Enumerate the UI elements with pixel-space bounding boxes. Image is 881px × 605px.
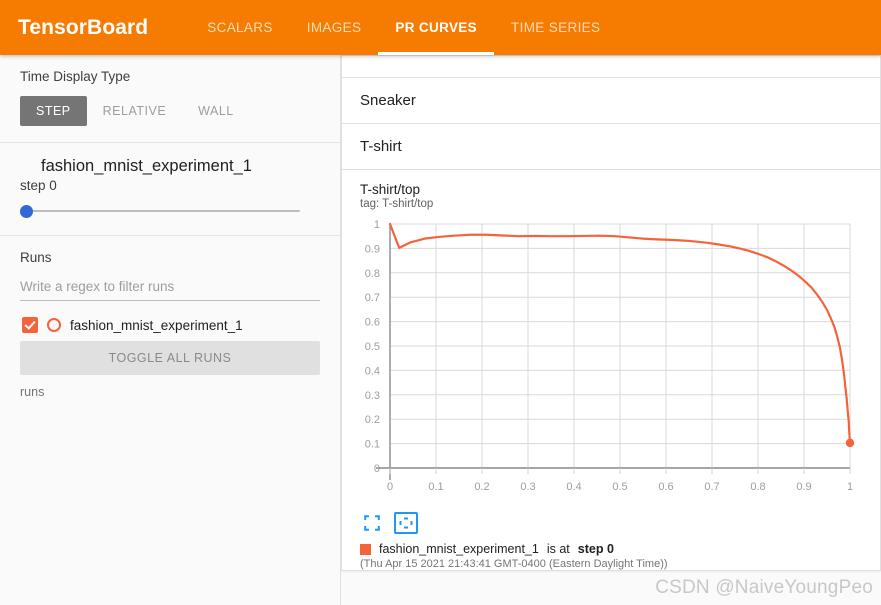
expand-icon[interactable]: [360, 512, 384, 534]
chart-toolbar: [342, 506, 880, 534]
runs-label: Runs: [20, 250, 52, 265]
runs-section: Runs fashion_mnist_experiment_1 TOGGLE A…: [0, 236, 340, 415]
step-slider-track: [20, 210, 300, 212]
chart-legend: fashion_mnist_experiment_1 is at step 0 …: [342, 534, 880, 570]
time-display-wall-button[interactable]: WALL: [182, 96, 250, 126]
app-body: Time Display Type STEP RELATIVE WALL fas…: [0, 55, 881, 605]
run-checkbox[interactable]: [22, 317, 38, 333]
category-card-sneaker: Sneaker: [341, 78, 881, 124]
x-tick-label: 0.8: [750, 481, 765, 493]
tab-time-series-label: TIME SERIES: [511, 20, 601, 35]
y-tick-label: 0.8: [365, 268, 380, 280]
chart-legend-line: fashion_mnist_experiment_1 is at step 0: [360, 542, 880, 556]
main-content: Sneaker T-shirt T-shirt/top tag: T-shirt…: [341, 55, 881, 605]
x-tick-label: 0.6: [658, 481, 673, 493]
y-tick-label: 0.9: [365, 243, 380, 255]
tab-pr-curves-label: PR CURVES: [395, 20, 478, 35]
tab-images-label: IMAGES: [306, 20, 362, 35]
y-tick-label: 0.4: [365, 365, 380, 377]
step-slider[interactable]: [20, 203, 300, 219]
y-tick-label: 0.7: [365, 292, 380, 304]
x-tick-label: 0.2: [474, 481, 489, 493]
y-tick-label: 0.1: [365, 439, 380, 451]
time-display-label: Time Display Type: [20, 69, 131, 84]
run-list-item-label: fashion_mnist_experiment_1: [70, 317, 243, 333]
y-tick-label: 1: [374, 219, 380, 231]
y-tick-label: 0: [374, 463, 380, 475]
chart-title: T-shirt/top: [360, 182, 421, 197]
tab-scalars[interactable]: SCALARS: [190, 0, 289, 55]
time-display-step-button[interactable]: STEP: [20, 96, 87, 126]
nav-tabs: SCALARS IMAGES PR CURVES TIME SERIES: [190, 0, 617, 55]
tab-pr-curves[interactable]: PR CURVES: [378, 0, 494, 55]
category-header-sneaker-label: Sneaker: [360, 92, 416, 109]
tensorboard-app: TensorBoard SCALARS IMAGES PR CURVES TIM…: [0, 0, 881, 605]
y-tick-label: 0.5: [365, 341, 380, 353]
x-tick-label: 0.5: [612, 481, 627, 493]
run-step-section: fashion_mnist_experiment_1 step 0: [0, 143, 340, 236]
category-header-tshirt[interactable]: T-shirt: [342, 124, 880, 169]
time-display-toggle-group: STEP RELATIVE WALL: [20, 96, 320, 126]
x-tick-label: 0.3: [520, 481, 535, 493]
y-tick-label: 0.6: [365, 317, 380, 329]
x-tick-label: 0.9: [796, 481, 811, 493]
pr-curve-svg[interactable]: 0 0.1 0.2 0.3 0.4 0.5 0.6 0.7 0.8 0.9 1 0 0.1 0.2 0.3 0…: [342, 216, 862, 506]
x-tick-label: 1: [847, 481, 853, 493]
time-display-relative-button[interactable]: RELATIVE: [87, 96, 183, 126]
tab-time-series[interactable]: TIME SERIES: [494, 0, 617, 55]
x-tick-label: 0.7: [704, 481, 719, 493]
pr-curve-chart-card: T-shirt/top tag: T-shirt/top 0 0.1 0.2 0.3 0…: [341, 170, 881, 571]
legend-is-at: is at: [546, 542, 570, 556]
fit-domain-icon[interactable]: [394, 512, 418, 534]
run-step-title: fashion_mnist_experiment_1: [20, 157, 320, 176]
run-color-swatch: [20, 160, 33, 173]
series-endpoint-marker: [845, 438, 855, 448]
runs-footer-text: runs: [20, 385, 45, 399]
legend-color-swatch: [360, 543, 371, 555]
watermark: CSDN @NaiveYoungPeo: [655, 577, 873, 598]
tab-scalars-label: SCALARS: [207, 20, 273, 35]
legend-step: step 0: [577, 542, 614, 556]
tab-images[interactable]: IMAGES: [290, 0, 379, 55]
run-step-value: step 0: [20, 178, 57, 193]
y-tick-label: 0.2: [365, 414, 380, 426]
time-display-section: Time Display Type STEP RELATIVE WALL: [0, 55, 340, 143]
x-tick-label: 0.4: [566, 481, 581, 493]
legend-run-name: fashion_mnist_experiment_1: [379, 542, 539, 556]
y-tick-label: 0.3: [365, 390, 380, 402]
legend-timestamp: (Thu Apr 15 2021 21:43:41 GMT-0400 (East…: [360, 558, 668, 570]
app-brand: TensorBoard: [18, 15, 149, 39]
chart-plot-area[interactable]: 0 0.1 0.2 0.3 0.4 0.5 0.6 0.7 0.8 0.9 1 0 0.1 0.2 0.3 0…: [342, 216, 880, 506]
x-tick-label: 0: [387, 481, 393, 493]
category-card-partial[interactable]: [341, 55, 881, 78]
chart-tag: tag: T-shirt/top: [360, 198, 434, 210]
category-header-tshirt-label: T-shirt: [360, 138, 402, 155]
run-step-run-name: fashion_mnist_experiment_1: [41, 157, 252, 175]
sidebar: Time Display Type STEP RELATIVE WALL fas…: [0, 55, 341, 605]
step-slider-thumb[interactable]: [20, 205, 33, 218]
run-list-item[interactable]: fashion_mnist_experiment_1: [22, 317, 320, 333]
runs-filter-input[interactable]: [20, 275, 320, 301]
toggle-all-runs-button[interactable]: TOGGLE ALL RUNS: [20, 341, 320, 375]
x-tick-label: 0.1: [428, 481, 443, 493]
run-color-circle-icon[interactable]: [47, 318, 61, 332]
category-card-tshirt: T-shirt: [341, 124, 881, 170]
category-header-sneaker[interactable]: Sneaker: [342, 78, 880, 123]
app-header: TensorBoard SCALARS IMAGES PR CURVES TIM…: [0, 0, 881, 55]
